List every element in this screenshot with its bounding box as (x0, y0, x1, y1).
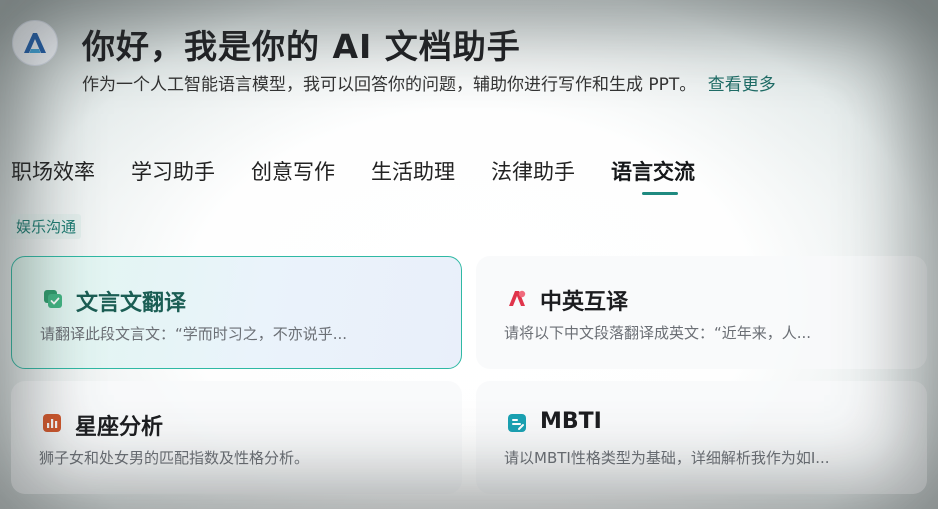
card-description: 请翻译此段文言文：“学而时习之，不亦说乎... (40, 325, 348, 343)
card-chinese-english-translation[interactable]: 中英互译 请将以下中文段落翻译成英文：“近年来，人... (476, 256, 927, 369)
tab-workplace-efficiency[interactable]: 职场效率 (11, 156, 95, 186)
card-description: 狮子女和处女男的匹配指数及性格分析。 (39, 449, 310, 467)
green-chat-check-icon (44, 290, 62, 308)
tab-creative-writing[interactable]: 创意写作 (251, 156, 335, 186)
orange-chart-icon (43, 414, 61, 432)
card-description: 请将以下中文段落翻译成英文：“近年来，人... (504, 324, 812, 342)
card-mbti[interactable]: MBTI 请以MBTI性格类型为基础，详细解析我作为如I... (476, 381, 927, 494)
subcategory-tag[interactable]: 娱乐沟通 (11, 214, 82, 239)
tab-life-assistant[interactable]: 生活助理 (371, 156, 455, 186)
view-more-link[interactable]: 查看更多 (708, 75, 776, 95)
page-title: 你好，我是你的 AI 文档助手 (82, 27, 521, 66)
tab-language-exchange[interactable]: 语言交流 (611, 156, 695, 195)
tab-legal-assistant[interactable]: 法律助手 (491, 156, 575, 186)
subtitle-text: 作为一个人工智能语言模型，我可以回答你的问题，辅助你进行写作和生成 PPT。 (82, 75, 697, 95)
category-tabs: 职场效率 学习助手 创意写作 生活助理 法律助手 语言交流 (11, 156, 731, 195)
page-subtitle: 作为一个人工智能语言模型，我可以回答你的问题，辅助你进行写作和生成 PPT。 查… (82, 70, 776, 95)
card-title: 文言文翻译 (76, 291, 187, 316)
card-horoscope-analysis[interactable]: 星座分析 狮子女和处女男的匹配指数及性格分析。 (11, 381, 462, 494)
tab-study-assistant[interactable]: 学习助手 (131, 156, 215, 186)
teal-profile-icon (508, 414, 526, 432)
ai-logo-icon (12, 20, 58, 66)
card-classical-chinese-translation[interactable]: 文言文翻译 请翻译此段文言文：“学而时习之，不亦说乎... (11, 256, 462, 369)
red-translate-icon (509, 290, 526, 306)
card-title: 星座分析 (75, 415, 164, 440)
card-title: 中英互译 (540, 290, 629, 315)
card-description: 请以MBTI性格类型为基础，详细解析我作为如I... (504, 449, 830, 467)
card-title: MBTI (540, 409, 602, 434)
